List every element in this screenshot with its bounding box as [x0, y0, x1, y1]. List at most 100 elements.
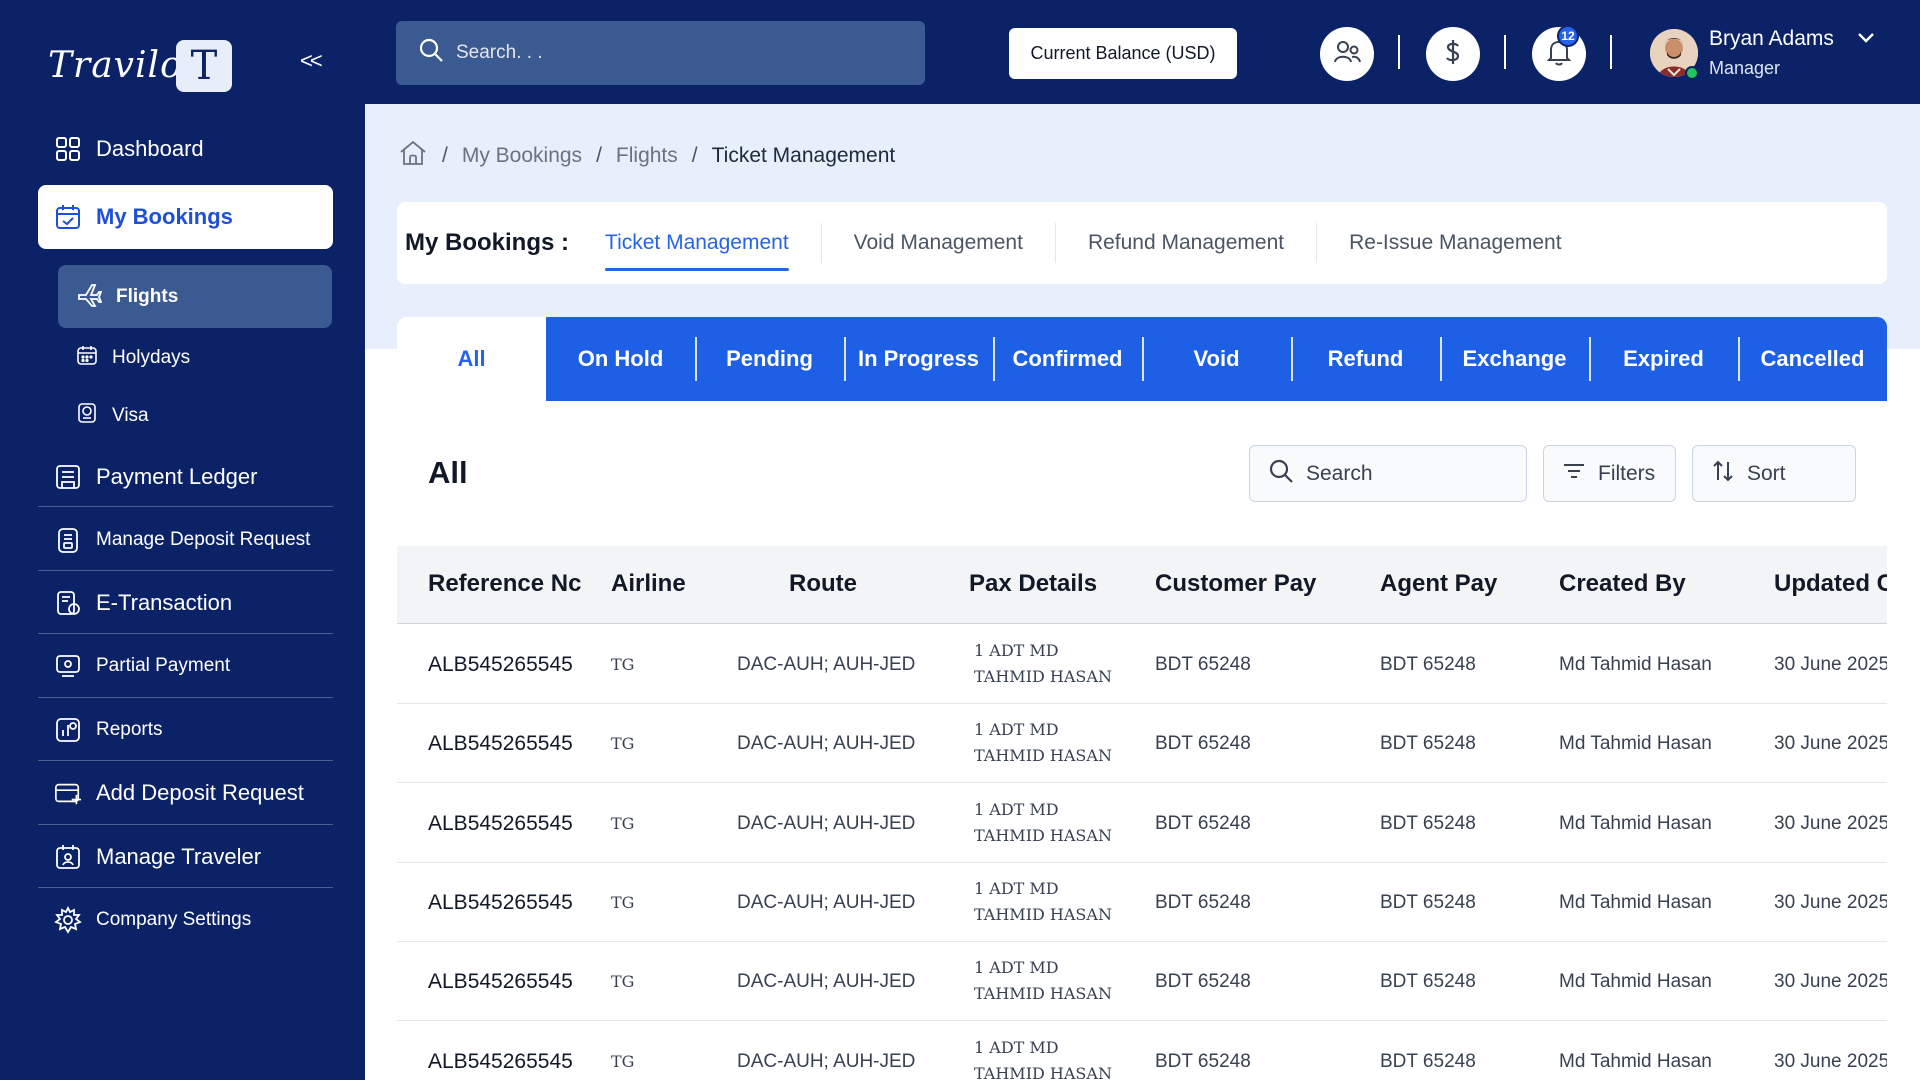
currency-button[interactable]: [1426, 27, 1480, 81]
cell-created-by: Md Tahmid Hasan: [1559, 654, 1712, 675]
cell-created-by: Md Tahmid Hasan: [1559, 971, 1712, 993]
cell-pax-line-1: 1 ADT MD: [974, 720, 1059, 740]
breadcrumb-my-bookings[interactable]: My Bookings: [462, 144, 582, 168]
sidebar-item-partial-payment[interactable]: Partial Payment: [38, 643, 333, 689]
calendar-check-icon: [54, 203, 82, 231]
tab-reissue-management[interactable]: Re-Issue Management: [1317, 223, 1593, 263]
cell-agent-pay: BDT 65248: [1380, 891, 1476, 913]
collapse-sidebar-button[interactable]: <<: [300, 48, 323, 74]
table-row[interactable]: ALB545265545 TG DAC-AUH; AUH-JED 1 ADT MD TA…: [397, 942, 1889, 1022]
cell-reference-no: ALB545265545: [428, 970, 573, 994]
tab-refund-management[interactable]: Refund Management: [1056, 223, 1316, 263]
cell-pax-line-2: TAHMID HASAN: [974, 904, 1112, 924]
status-tab-pending[interactable]: Pending: [695, 317, 844, 401]
global-search-input[interactable]: Search. . .: [396, 21, 925, 85]
status-tab-on-hold[interactable]: On Hold: [546, 317, 695, 401]
chevron-down-icon: [1856, 33, 1876, 52]
sidebar-item-label: Payment Ledger: [96, 464, 258, 489]
sidebar-item-add-deposit-request[interactable]: Add Deposit Request: [38, 770, 333, 816]
sidebar-item-label: Holydays: [112, 347, 191, 368]
logo-text: Travilo: [48, 44, 183, 86]
sidebar-item-manage-deposit-request[interactable]: Manage Deposit Request: [38, 516, 333, 564]
table-row[interactable]: ALB545265545 TG DAC-AUH; AUH-JED 1 ADT MD TA…: [397, 625, 1889, 704]
breadcrumb-flights[interactable]: Flights: [616, 144, 678, 168]
status-tab-expired[interactable]: Expired: [1589, 317, 1738, 401]
sidebar-item-label: E-Transaction: [96, 590, 233, 615]
header-separator: [1610, 35, 1612, 69]
sidebar-item-payment-ledger[interactable]: Payment Ledger: [38, 454, 333, 500]
sidebar-item-label: Manage Traveler: [96, 844, 262, 869]
table-search-placeholder: Search: [1306, 461, 1373, 485]
table-row[interactable]: ALB545265545 TG DAC-AUH; AUH-JED 1 ADT MD TA…: [397, 784, 1890, 863]
column-updated[interactable]: Updated C: [1774, 570, 1894, 598]
user-name[interactable]: Bryan Adams: [1709, 27, 1834, 51]
status-tab-exchange[interactable]: Exchange: [1440, 317, 1589, 401]
cell-airline: TG: [611, 1051, 635, 1071]
column-created-by[interactable]: Created By: [1559, 570, 1686, 598]
cell-route: DAC-AUH; AUH-JED: [737, 654, 916, 675]
status-filter-bar: All On Hold Pending In Progress Confirme…: [397, 317, 1887, 401]
cell-route: DAC-AUH; AUH-JED: [737, 812, 916, 834]
sidebar-item-visa[interactable]: Visa: [58, 398, 332, 434]
status-tab-confirmed[interactable]: Confirmed: [993, 317, 1142, 401]
cell-reference-no: ALB545265545: [428, 811, 573, 835]
cell-pax-line-1: 1 ADT MD: [974, 958, 1059, 978]
status-tab-refund[interactable]: Refund: [1291, 317, 1440, 401]
divider: [38, 570, 333, 571]
cell-customer-pay: BDT 65248: [1155, 733, 1251, 755]
cell-customer-pay: BDT 65248: [1155, 971, 1251, 993]
sidebar-item-e-transaction[interactable]: E-Transaction: [38, 580, 333, 626]
column-reference-no[interactable]: Reference Nc: [428, 570, 581, 598]
sidebar-item-label: My Bookings: [96, 204, 233, 229]
table-row[interactable]: ALB545265545 TG DAC-AUH; AUH-JED 1 ADT MD TA…: [397, 704, 1889, 784]
status-tab-all[interactable]: All: [397, 317, 546, 401]
cell-updated: 30 June 2025: [1774, 812, 1890, 834]
divider: [38, 697, 333, 698]
status-tab-cancelled[interactable]: Cancelled: [1738, 317, 1887, 401]
user-group-icon: [1332, 37, 1362, 72]
breadcrumb-current: Ticket Management: [711, 144, 896, 167]
column-airline[interactable]: Airline: [611, 570, 686, 598]
user-menu-chevron[interactable]: [1856, 28, 1876, 53]
column-route[interactable]: Route: [789, 570, 857, 598]
dollar-icon: [1438, 37, 1468, 72]
cell-reference-no: ALB545265545: [428, 890, 573, 914]
column-agent-pay[interactable]: Agent Pay: [1380, 570, 1497, 598]
sidebar-item-holydays[interactable]: Holydays: [58, 340, 332, 376]
users-button[interactable]: [1320, 27, 1374, 81]
home-icon[interactable]: [398, 138, 428, 174]
sidebar-item-manage-traveler[interactable]: Manage Traveler: [38, 834, 333, 880]
sidebar-item-company-settings[interactable]: Company Settings: [38, 897, 333, 943]
sort-button[interactable]: Sort: [1692, 445, 1856, 502]
sidebar-item-flights[interactable]: Flights: [58, 265, 332, 328]
column-pax-details[interactable]: Pax Details: [969, 570, 1097, 598]
cell-agent-pay: BDT 65248: [1380, 733, 1476, 755]
table-row[interactable]: ALB545265545 TG DAC-AUH; AUH-JED 1 ADT MD TA…: [397, 1022, 1889, 1080]
status-tab-in-progress[interactable]: In Progress: [844, 317, 993, 401]
cell-pax-line-2: TAHMID HASAN: [974, 1063, 1112, 1080]
sidebar-item-label: Visa: [112, 405, 149, 426]
status-tab-void[interactable]: Void: [1142, 317, 1291, 401]
filters-button[interactable]: Filters: [1543, 445, 1676, 502]
sidebar-item-dashboard[interactable]: Dashboard: [38, 128, 333, 170]
divider: [38, 887, 333, 888]
sidebar: Travilo T << Dashboard My Bookings Fligh…: [0, 0, 365, 1080]
table-row[interactable]: ALB545265545 TG DAC-AUH; AUH-JED 1 ADT MD TA…: [397, 863, 1890, 942]
filters-label: Filters: [1598, 461, 1656, 485]
plane-icon: [76, 281, 103, 313]
cell-reference-no: ALB545265545: [428, 732, 573, 756]
cell-created-by: Md Tahmid Hasan: [1559, 733, 1712, 755]
table-search-input[interactable]: Search: [1249, 445, 1527, 502]
column-customer-pay[interactable]: Customer Pay: [1155, 570, 1316, 598]
cell-updated: 30 June 2025: [1774, 891, 1890, 913]
current-balance-button[interactable]: Current Balance (USD): [1009, 28, 1237, 79]
breadcrumb-separator: /: [596, 144, 602, 167]
sidebar-item-reports[interactable]: Reports: [38, 707, 333, 753]
logo[interactable]: Travilo T: [48, 30, 232, 100]
search-icon: [1268, 458, 1294, 490]
tab-void-management[interactable]: Void Management: [822, 223, 1055, 263]
tab-ticket-management[interactable]: Ticket Management: [605, 223, 821, 271]
cell-agent-pay: BDT 65248: [1380, 812, 1476, 834]
sidebar-item-my-bookings[interactable]: My Bookings: [38, 185, 333, 249]
add-deposit-icon: [54, 779, 82, 807]
